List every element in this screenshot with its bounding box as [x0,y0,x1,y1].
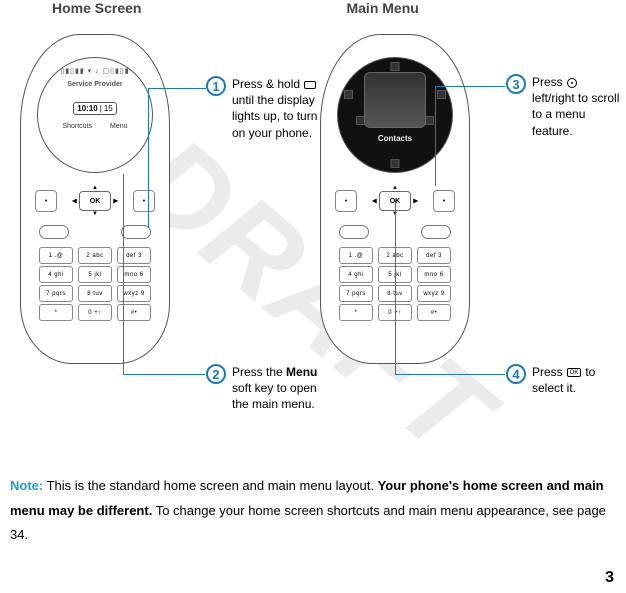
key-star: * [39,304,73,321]
step-badge-2: 2 [206,364,226,384]
key-0: 0 +↑ [78,304,112,321]
leader-line [395,374,505,375]
service-provider-label: Service Provider [67,81,122,88]
clock-div: | [100,104,102,113]
nav-up-icon: ▲ [92,185,98,191]
ok-button: OK ▲ ▼ ◀ ▶ [79,191,111,211]
heading-main-menu: Main Menu [346,0,418,16]
step-badge-3: 3 [506,74,526,94]
page-number: 3 [605,569,614,587]
menu-selected-tile [364,72,426,128]
leader-line [123,374,205,375]
softkey-left: • [335,190,357,212]
call-button [39,225,69,239]
nav-left-icon: ◀ [72,198,77,205]
keypad: 1 .@ 2 abc def 3 4 ghi 5 jkl mno 6 7 pqr… [39,245,151,321]
step-badge-4: 4 [506,364,526,384]
key-5: 5 jkl [78,266,112,283]
battery-level: 15 [104,104,113,113]
note-paragraph: Note: This is the standard home screen a… [10,474,616,548]
clock-badge: 10:10 | 15 [73,102,116,115]
key-6: mno 6 [417,266,451,283]
nav-up-icon: ▲ [392,185,398,191]
step-3: 3 Press left/right to scroll to a menu f… [506,74,622,139]
call-button [339,225,369,239]
nav-key-icon [567,78,577,88]
softkey-right-label: Menu [110,123,128,130]
menu-icon [391,62,400,71]
key-1: 1 .@ [339,247,373,264]
menu-icon [425,116,434,125]
leader-line [148,88,149,228]
nav-right-icon: ▶ [113,198,118,205]
leader-line [123,174,124,374]
menu-caption: Contacts [378,134,412,143]
nav-row: • OK ▲ ▼ ◀ ▶ • [35,185,155,217]
nav-left-icon: ◀ [372,198,377,205]
menu-icon [391,159,400,168]
end-button [421,225,451,239]
panel-home-screen: ▯▮▯▮▮ ▾ ♪ ▢▯▮▯▮ Service Provider 10:10 |… [10,34,310,454]
clock-time: 10:10 [77,104,97,113]
step-badge-1: 1 [206,76,226,96]
key-8: 8 tuv [78,285,112,302]
key-3: def 3 [417,247,451,264]
key-2: 2 abc [78,247,112,264]
leader-line [435,86,436,186]
step-3-text: Press left/right to scroll to a menu fea… [532,74,622,139]
note-label: Note: [10,478,43,493]
heading-home-screen: Home Screen [52,0,141,16]
phone-screen-home: ▯▮▯▮▮ ▾ ♪ ▢▯▮▯▮ Service Provider 10:10 |… [37,57,153,173]
menu-icon [344,90,353,99]
nav-right-icon: ▶ [413,198,418,205]
status-icons: ▯▮▯▮▮ ▾ ♪ ▢▯▮▯▮ [60,67,129,75]
end-button [121,225,151,239]
ok-label: OK [90,198,101,205]
softkey-left-label: Shortcuts [62,123,92,130]
leader-line [435,86,505,87]
softkey-left: • [35,190,57,212]
key-4: 4 ghi [39,266,73,283]
softkey-right: • [433,190,455,212]
key-7: 7 pqrs [39,285,73,302]
softkey-right: • [133,190,155,212]
key-star: * [339,304,373,321]
panel-main-menu: Contacts • OK ▲ ▼ ◀ ▶ • [310,34,610,454]
menu-icon [437,90,446,99]
step-4: 4 Press OK to select it. [506,364,622,396]
step-4-text: Press OK to select it. [532,364,622,396]
leader-line [395,199,396,374]
key-hash: #• [417,304,451,321]
key-9: wxyz 9 [417,285,451,302]
key-7: 7 pqrs [339,285,373,302]
key-1: 1 .@ [39,247,73,264]
key-4: 4 ghi [339,266,373,283]
leader-line [148,88,206,89]
nav-down-icon: ▼ [92,211,98,217]
ok-key-icon: OK [567,368,581,377]
